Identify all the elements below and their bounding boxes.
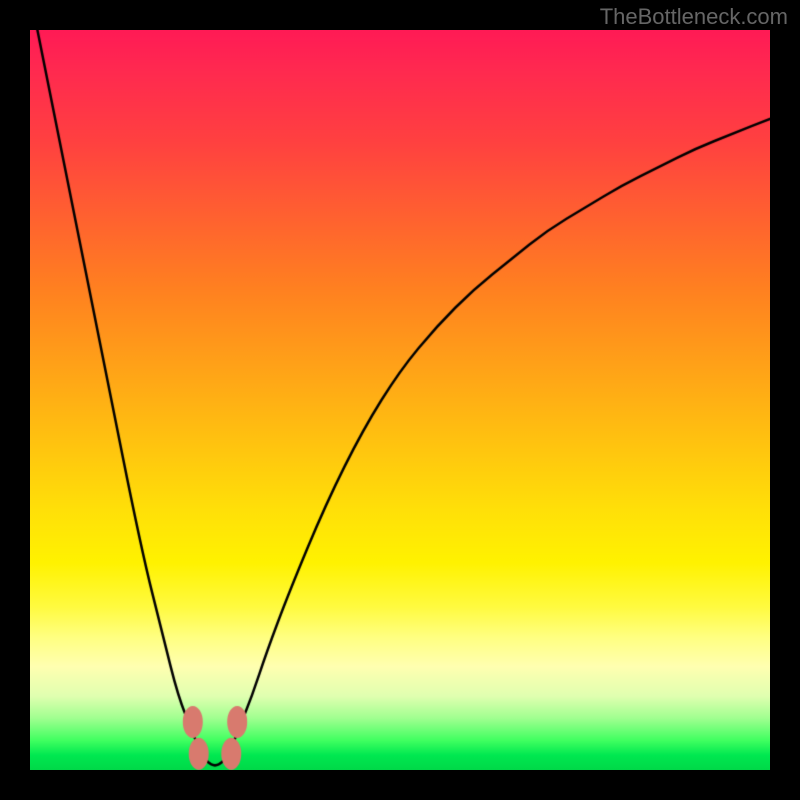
bottleneck-curve-canvas — [30, 30, 770, 770]
chart-plot-area — [30, 30, 770, 770]
watermark-text: TheBottleneck.com — [600, 4, 788, 30]
